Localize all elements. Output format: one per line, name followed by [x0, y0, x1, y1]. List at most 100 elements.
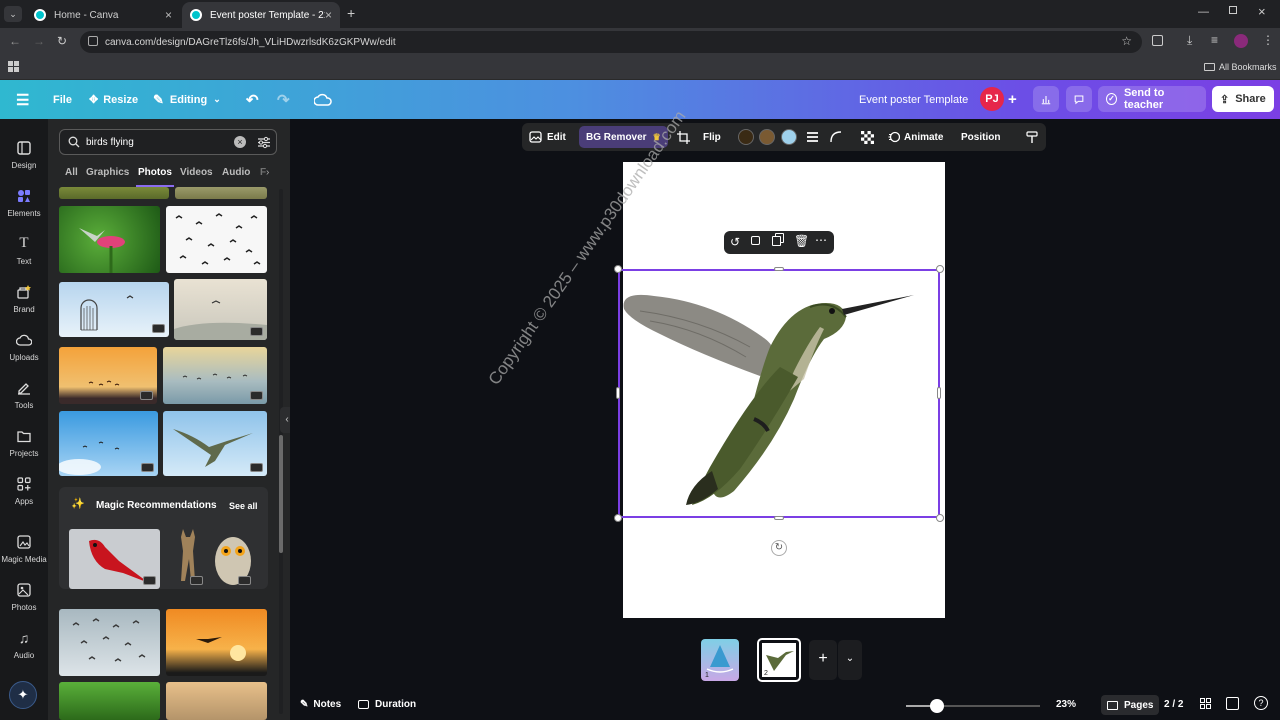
page-thumbnail-1[interactable]: 1 [701, 639, 739, 681]
photo-thumbnail[interactable] [59, 206, 160, 273]
filter-tab-all[interactable]: All [65, 167, 78, 178]
photo-thumbnail[interactable] [59, 609, 160, 676]
page-thumbnail-2[interactable]: 2 [757, 638, 801, 682]
rail-item-uploads[interactable]: Uploads [0, 323, 48, 369]
fullscreen-icon[interactable] [1226, 697, 1239, 710]
site-info-icon[interactable] [88, 36, 98, 46]
all-bookmarks[interactable]: All Bookmarks [1204, 62, 1277, 72]
color-swatch[interactable] [781, 123, 797, 151]
comments-button[interactable] [1066, 86, 1092, 112]
design-title[interactable]: Event poster Template [859, 80, 968, 119]
add-collaborator-button[interactable]: + [1008, 80, 1017, 119]
redo-button[interactable]: ↷ [277, 80, 290, 119]
tab-home-canva[interactable]: Home - Canva × [26, 2, 180, 28]
minimize-button[interactable]: — [1198, 6, 1209, 18]
rail-item-apps[interactable]: Apps [0, 467, 48, 513]
rotate-handle-icon[interactable]: ↻ [771, 540, 787, 556]
photo-thumbnail[interactable] [166, 609, 267, 676]
photo-thumbnail[interactable] [59, 187, 169, 199]
close-tab-icon[interactable]: × [325, 8, 332, 22]
editing-mode-dropdown[interactable]: ✎ Editing ⌄ [153, 80, 221, 119]
pages-button[interactable]: Pages [1101, 695, 1160, 715]
avatar[interactable]: PJ [980, 87, 1004, 111]
flip-button[interactable]: Flip [703, 123, 721, 151]
filter-tab-audio[interactable]: Audio [222, 167, 250, 178]
photo-thumbnail[interactable] [166, 682, 267, 720]
resize-button[interactable]: ✥ Resize [89, 80, 138, 119]
see-all-link[interactable]: See all [229, 501, 258, 511]
edit-image-button[interactable]: Edit [529, 123, 566, 151]
photo-thumbnail[interactable] [163, 411, 267, 476]
photo-thumbnail[interactable] [169, 529, 207, 589]
tab-event-poster[interactable]: Event poster Template - 2100 × × [182, 2, 340, 28]
cloud-save-icon[interactable] [314, 80, 332, 119]
rail-item-text[interactable]: T Text [0, 227, 48, 273]
resize-handle-left[interactable] [616, 387, 620, 399]
zoom-slider-thumb[interactable] [930, 699, 944, 713]
url-input[interactable]: canva.com/design/DAGreTlz6fs/Jh_VLiHDwzr… [80, 31, 1142, 53]
photo-thumbnail[interactable] [211, 529, 255, 589]
rail-item-brand[interactable]: Brand [0, 275, 48, 321]
color-swatch[interactable] [738, 123, 754, 151]
resize-handle-right[interactable] [937, 387, 941, 399]
photo-thumbnail[interactable] [166, 206, 267, 273]
browser-menu-icon[interactable]: ⋮ [1262, 33, 1274, 47]
bookmark-star-icon[interactable]: ☆ [1121, 34, 1132, 48]
rail-item-magic-media[interactable]: Magic Media [0, 525, 48, 571]
undo-button[interactable]: ↶ [246, 80, 259, 119]
photo-thumbnail[interactable] [175, 187, 267, 199]
zoom-level[interactable]: 23% [1056, 699, 1076, 710]
duplicate-icon[interactable] [772, 236, 781, 246]
resize-handle-bottom-left[interactable] [614, 514, 622, 522]
border-style-button[interactable] [806, 123, 819, 151]
share-button[interactable]: ⇪ Share [1212, 86, 1274, 112]
rail-item-tools[interactable]: Tools [0, 371, 48, 417]
photo-thumbnail[interactable] [59, 682, 160, 720]
rail-item-photos[interactable]: Photos [0, 573, 48, 619]
animate-button[interactable]: Animate [888, 123, 943, 151]
chevron-right-icon[interactable]: › [266, 167, 269, 178]
scrollbar-thumb[interactable] [279, 435, 283, 553]
panel-scrollbar[interactable] [279, 189, 283, 714]
forward-icon[interactable]: → [33, 34, 45, 48]
resize-handle-bottom[interactable] [774, 516, 784, 520]
magic-assistant-button[interactable]: ✦ [9, 681, 37, 709]
resize-handle-top-left[interactable] [614, 265, 622, 273]
photo-thumbnail[interactable] [163, 347, 267, 404]
extensions-icon[interactable] [1152, 35, 1163, 46]
grid-view-icon[interactable] [1200, 698, 1211, 709]
copy-style-button[interactable] [1026, 123, 1038, 151]
search-input[interactable]: birds flying × [59, 129, 277, 155]
page-options-chevron-icon[interactable]: ⌄ [838, 640, 862, 680]
zoom-slider[interactable] [906, 699, 1040, 713]
rail-item-design[interactable]: Design [0, 131, 48, 177]
resize-handle-bottom-right[interactable] [936, 514, 944, 522]
reload-icon[interactable]: ↻ [57, 34, 67, 48]
more-options-icon[interactable]: ⋯ [815, 233, 827, 247]
color-swatch[interactable] [759, 123, 775, 151]
maximize-button[interactable] [1229, 6, 1237, 14]
trash-icon[interactable]: 🗑 [794, 234, 809, 248]
help-icon[interactable]: ? [1254, 696, 1268, 710]
duration-button[interactable]: Duration [358, 699, 416, 710]
photo-thumbnail[interactable] [69, 529, 160, 589]
photo-thumbnail[interactable] [59, 347, 157, 404]
download-icon[interactable]: ⤓ [1187, 33, 1192, 48]
main-menu-icon[interactable]: ☰ [16, 80, 29, 119]
rail-item-elements[interactable]: Elements [0, 179, 48, 225]
resize-handle-top[interactable] [774, 267, 784, 271]
add-page-button[interactable]: + [809, 640, 837, 680]
new-tab-button[interactable]: + [347, 5, 355, 21]
apps-grid-icon[interactable] [8, 61, 19, 72]
close-window-button[interactable]: × [1258, 4, 1266, 19]
media-icon[interactable]: ≡ [1211, 33, 1218, 47]
resize-handle-top-right[interactable] [936, 265, 944, 273]
rail-item-audio[interactable]: ♫ Audio [0, 621, 48, 667]
magic-edit-icon[interactable]: ↺ [730, 235, 740, 249]
photo-thumbnail[interactable] [59, 411, 158, 476]
filter-tab-graphics[interactable]: Graphics [86, 167, 129, 178]
file-menu-button[interactable]: File [53, 80, 72, 119]
insights-button[interactable] [1033, 86, 1059, 112]
profile-avatar[interactable] [1234, 34, 1248, 48]
back-icon[interactable]: ← [9, 34, 21, 48]
